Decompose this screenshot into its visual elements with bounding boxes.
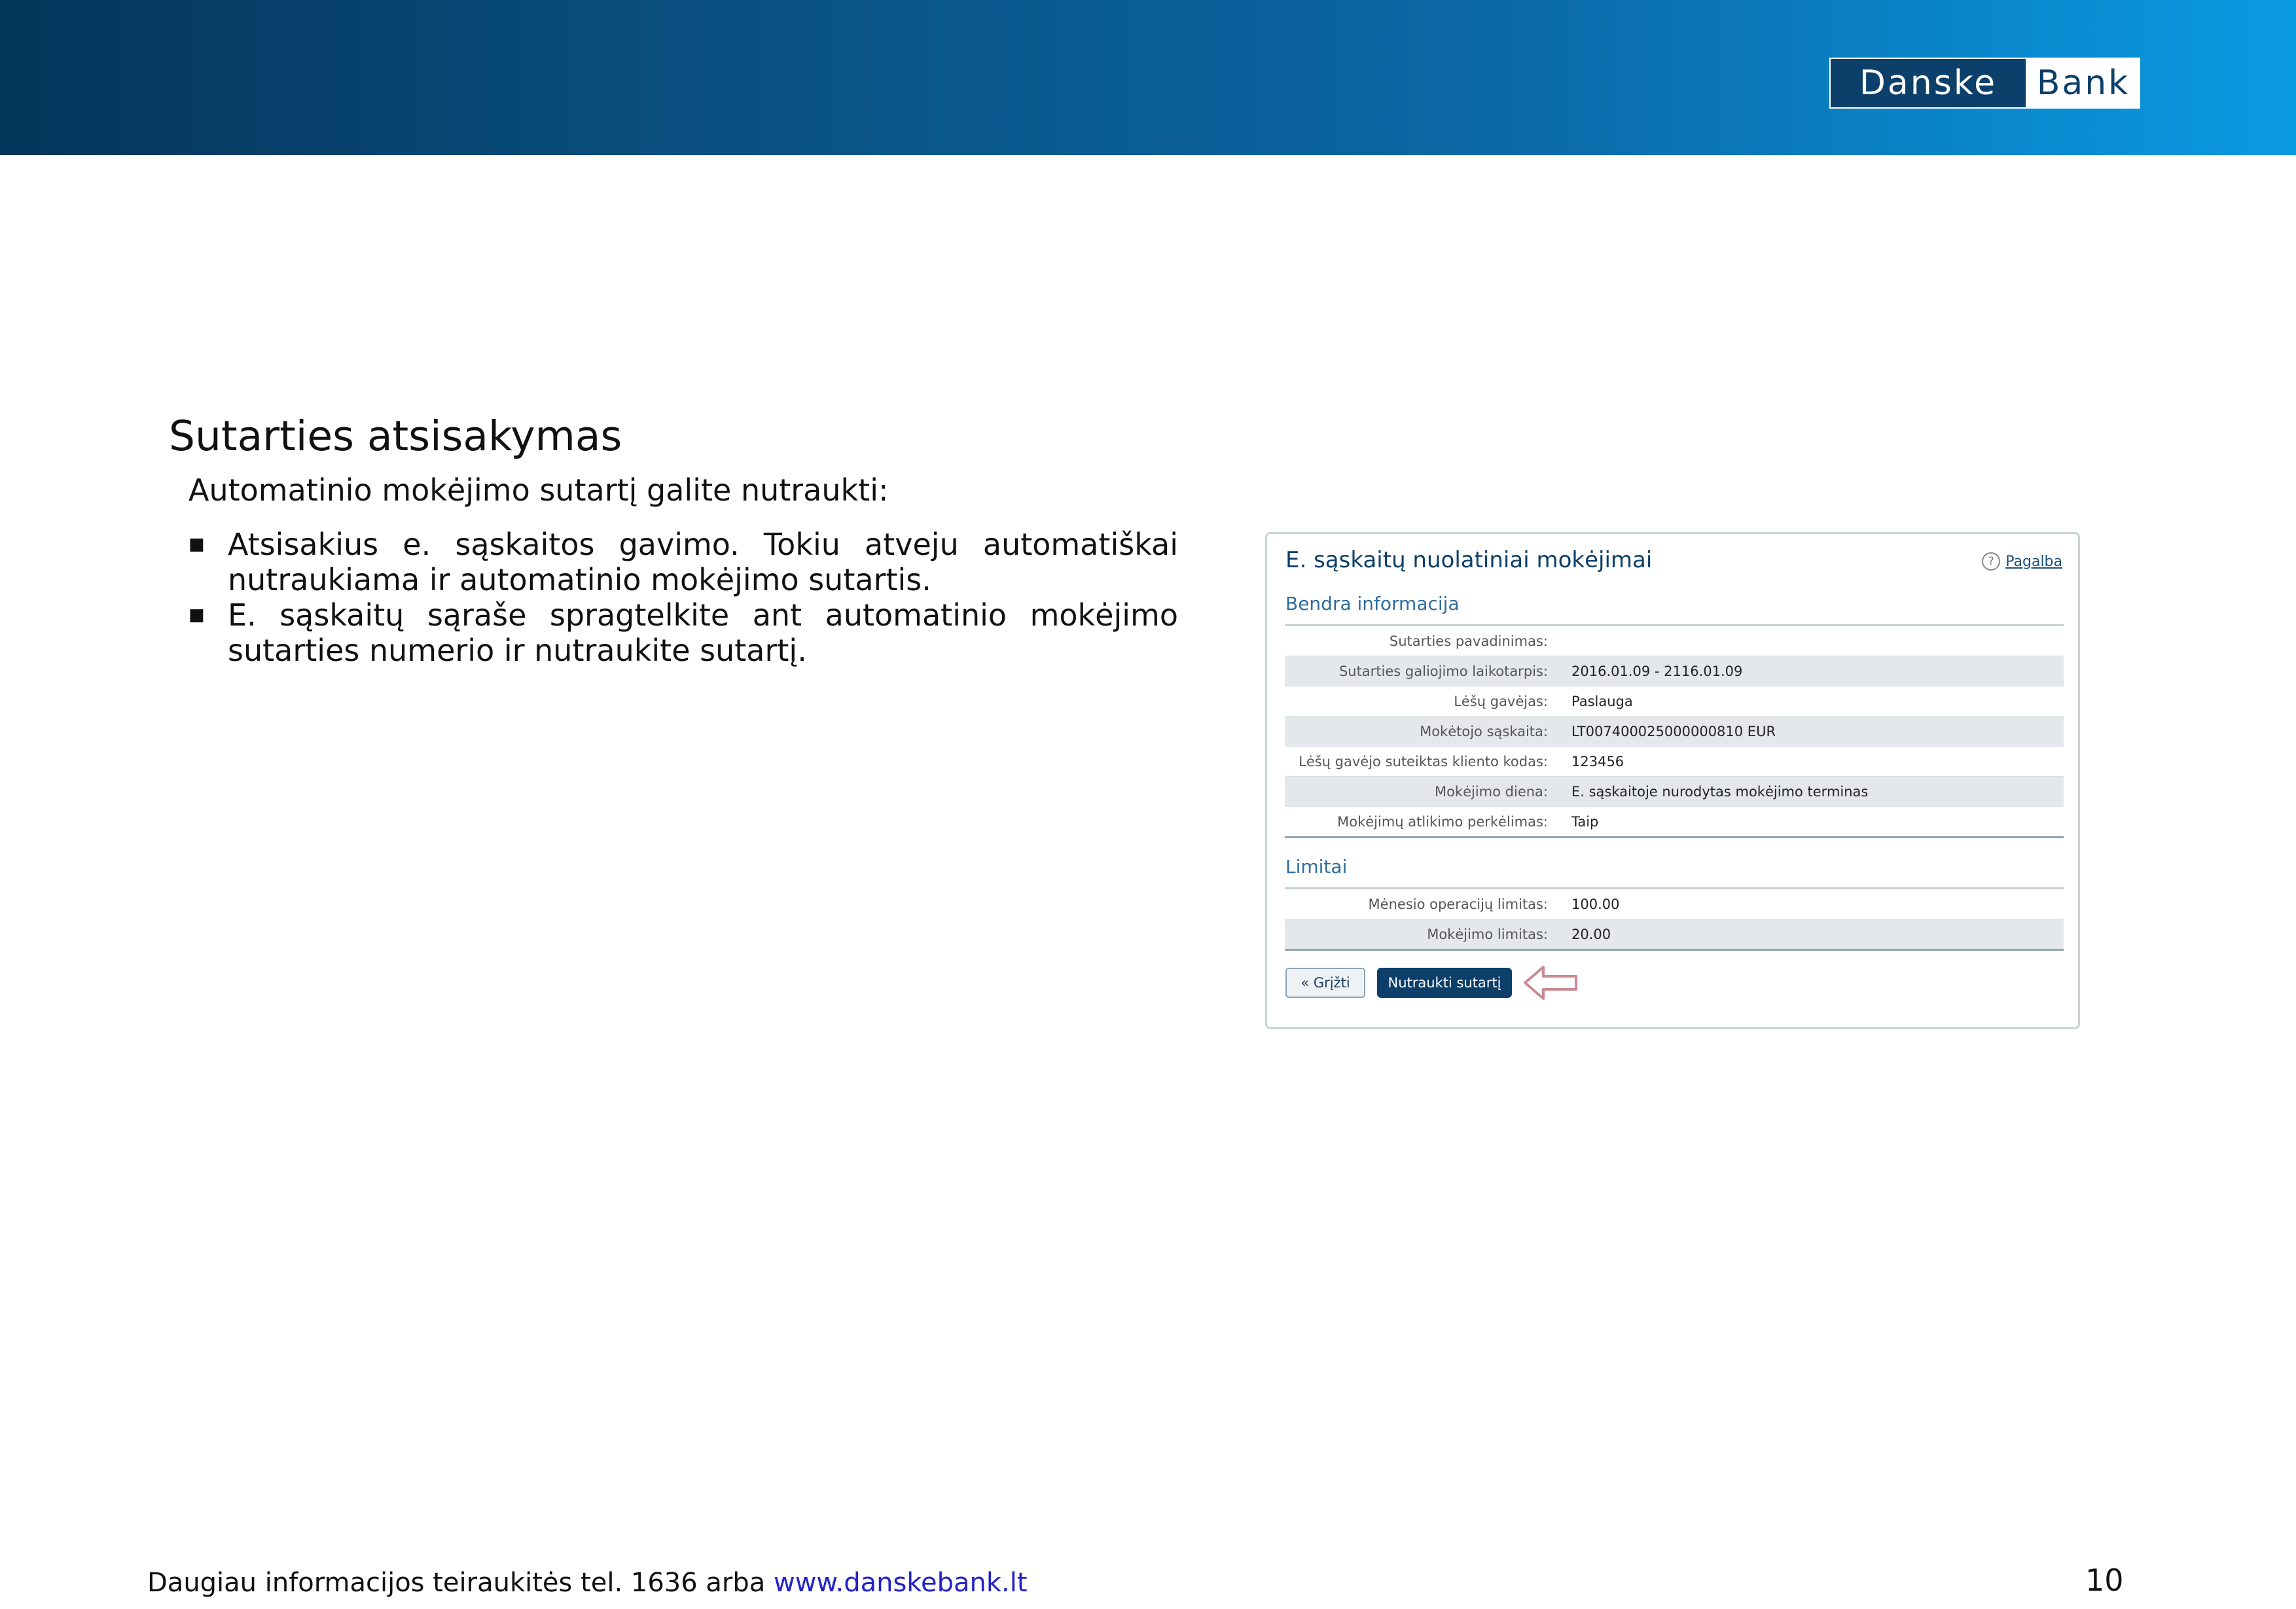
footer-text: Daugiau informacijos teiraukitės tel. 16…: [147, 1568, 774, 1598]
logo-danske: Danske: [1831, 59, 2028, 107]
table-row: Mėnesio operacijų limitas: 100.00: [1285, 889, 2064, 919]
bullet-text: E. sąskaitų sąraše spragtelkite ant auto…: [228, 597, 1178, 668]
page-number: 10: [2085, 1563, 2124, 1598]
danske-bank-logo: Danske Bank: [1829, 58, 2140, 109]
table-row: Lėšų gavėjo suteiktas kliento kodas: 123…: [1285, 747, 2064, 777]
footer-website-link[interactable]: www.danskebank.lt: [774, 1568, 1028, 1598]
header-banner: Danske Bank: [0, 0, 2296, 155]
intro-text: Automatinio mokėjimo sutartį galite nutr…: [188, 472, 889, 508]
bullet-item-2: ■ E. sąskaitų sąraše spragtelkite ant au…: [188, 597, 1178, 668]
back-button[interactable]: « Grįžti: [1285, 968, 1365, 998]
row-label: Mokėjimo limitas:: [1427, 926, 1548, 942]
general-info-table: Sutarties pavadinimas: Sutarties galioji…: [1285, 624, 2064, 838]
table-row: Mokėjimų atlikimo perkėlimas: Taip: [1285, 807, 2064, 836]
bullet-item-1: ■ Atsisakius e. sąskaitos gavimo. Tokiu …: [188, 527, 1178, 597]
help-icon: ?: [1982, 552, 2001, 571]
row-value: LT007400025000000810 EUR: [1571, 723, 1776, 739]
row-label: Mėnesio operacijų limitas:: [1368, 896, 1548, 912]
row-value: Taip: [1571, 813, 1599, 830]
screenshot-panel: E. sąskaitų nuolatiniai mokėjimai ? Paga…: [1265, 532, 2080, 1029]
row-value: 2016.01.09 - 2116.01.09: [1571, 663, 1743, 679]
pointer-arrow-icon: [1524, 966, 1577, 1000]
table-row: Mokėjimo limitas: 20.00: [1285, 919, 2064, 949]
row-value: E. sąskaitoje nurodytas mokėjimo termina…: [1571, 783, 1869, 800]
row-label: Lėšų gavėjo suteiktas kliento kodas:: [1299, 753, 1548, 769]
help-link-group[interactable]: ? Pagalba: [1982, 552, 2062, 571]
page-title: Sutarties atsisakymas: [169, 412, 622, 460]
row-label: Mokėjimo diena:: [1434, 783, 1548, 800]
row-label: Mokėjimų atlikimo perkėlimas:: [1337, 813, 1548, 830]
limits-table: Mėnesio operacijų limitas: 100.00 Mokėji…: [1285, 887, 2064, 951]
help-link[interactable]: Pagalba: [2005, 554, 2062, 570]
row-value: 123456: [1571, 753, 1624, 769]
row-label: Mokėtojo sąskaita:: [1420, 723, 1548, 739]
section-general: Bendra informacija: [1285, 593, 1460, 614]
section-limits: Limitai: [1285, 856, 1348, 877]
footer-contact: Daugiau informacijos teiraukitės tel. 16…: [147, 1568, 1028, 1598]
row-value: 20.00: [1571, 926, 1611, 942]
bullet-square-icon: ■: [188, 535, 205, 554]
bullet-text: Atsisakius e. sąskaitos gavimo. Tokiu at…: [228, 527, 1178, 597]
logo-bank: Bank: [2028, 59, 2139, 107]
table-row: Sutarties pavadinimas:: [1285, 626, 2064, 656]
table-row: Lėšų gavėjas: Paslauga: [1285, 686, 2064, 716]
table-row: Mokėjimo diena: E. sąskaitoje nurodytas …: [1285, 777, 2064, 807]
bullet-list: ■ Atsisakius e. sąskaitos gavimo. Tokiu …: [188, 527, 1178, 668]
row-value: Paslauga: [1571, 693, 1633, 709]
terminate-contract-button[interactable]: Nutraukti sutartį: [1377, 968, 1512, 998]
panel-title: E. sąskaitų nuolatiniai mokėjimai: [1285, 547, 1653, 573]
bullet-square-icon: ■: [188, 605, 205, 625]
row-label: Sutarties galiojimo laikotarpis:: [1338, 663, 1548, 679]
row-label: Lėšų gavėjas:: [1454, 693, 1548, 709]
row-label: Sutarties pavadinimas:: [1389, 633, 1548, 649]
table-row: Sutarties galiojimo laikotarpis: 2016.01…: [1285, 656, 2064, 686]
row-value: 100.00: [1571, 896, 1620, 912]
table-row: Mokėtojo sąskaita: LT007400025000000810 …: [1285, 716, 2064, 747]
